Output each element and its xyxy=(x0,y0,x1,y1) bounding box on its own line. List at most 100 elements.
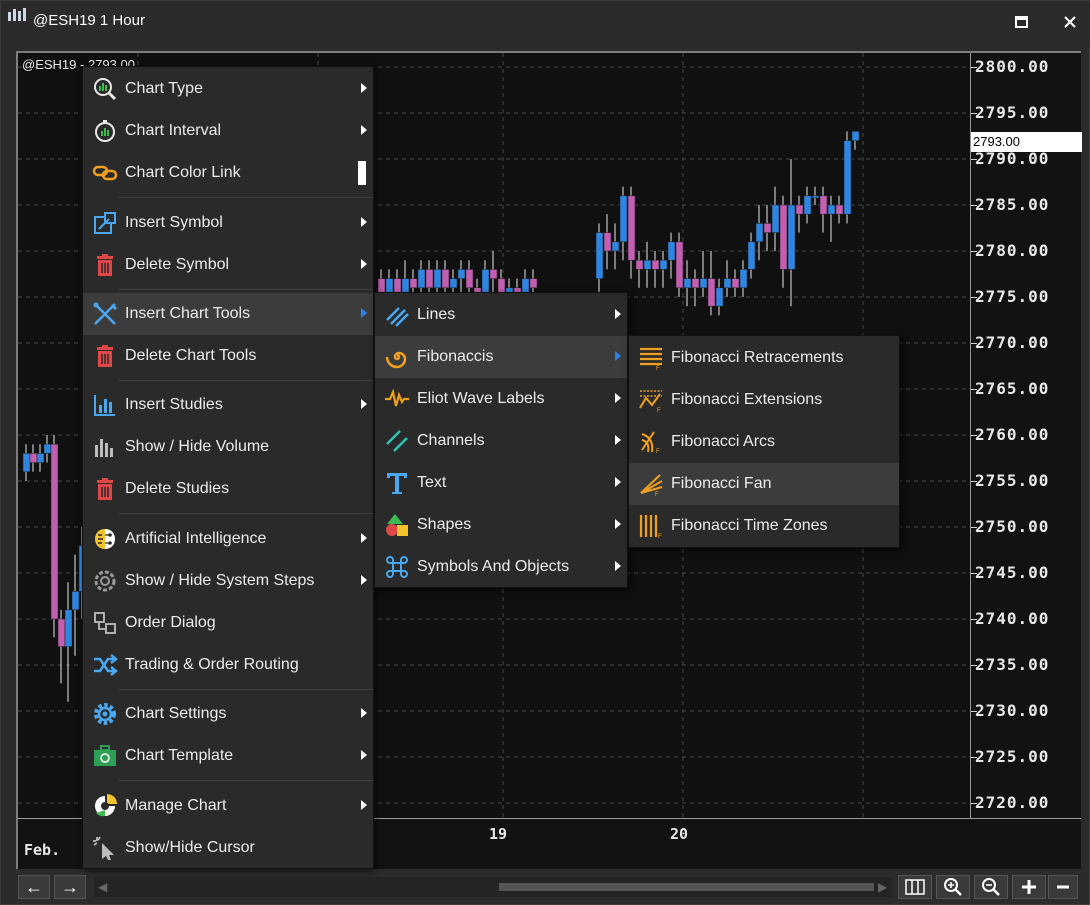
menu-item-chart-type[interactable]: Chart Type xyxy=(83,68,373,110)
candle-up xyxy=(64,609,73,647)
svg-text:F: F xyxy=(658,534,662,539)
candle-up xyxy=(755,223,764,243)
left-arrow-icon: ← xyxy=(25,876,43,897)
symbols-icon xyxy=(383,553,411,581)
menu-item-fibonacci-time-zones[interactable]: F Fibonacci Time Zones xyxy=(629,505,899,547)
menu-separator xyxy=(119,780,373,781)
fib-arcs-icon: F xyxy=(637,428,665,456)
menu-item-delete-symbol[interactable]: Delete Symbol xyxy=(83,244,373,286)
candle-up xyxy=(22,453,31,473)
price-axis[interactable]: 2800.00 2795.00 2790.00 2785.00 2780.00 2775.… xyxy=(970,53,1082,818)
menu-item-insert-chart-tools[interactable]: Insert Chart Tools xyxy=(83,293,373,335)
close-button[interactable] xyxy=(1056,9,1084,35)
submenu-arrow-icon xyxy=(615,309,621,319)
scroll-right-button[interactable]: → xyxy=(54,875,86,899)
candle-down xyxy=(795,204,804,215)
link-icon xyxy=(91,159,119,187)
menu-item-label: Chart Interval xyxy=(125,122,222,139)
maximize-button[interactable] xyxy=(1007,9,1035,35)
candle-up xyxy=(449,278,458,289)
columns-button[interactable] xyxy=(898,875,932,899)
stopwatch-icon xyxy=(91,117,119,145)
candle-down xyxy=(50,443,59,620)
candle-down xyxy=(707,278,716,307)
scroll-left-button[interactable]: ← xyxy=(18,875,50,899)
title-bar[interactable]: @ESH19 1 Hour xyxy=(1,1,1090,45)
candle-up xyxy=(803,195,812,215)
scrollbar-left-arrow-icon[interactable]: ◀ xyxy=(98,880,107,894)
studies-icon xyxy=(91,391,119,419)
candle-down xyxy=(409,278,418,289)
menu-item-chart-color-link[interactable]: Chart Color Link xyxy=(83,152,373,194)
price-tick-label: 2730.00 xyxy=(975,701,1050,720)
fibonacci-submenu: F Fibonacci Retracements F Fibonacci Ext… xyxy=(628,335,900,548)
menu-item-trading-order-routing[interactable]: Trading & Order Routing xyxy=(83,644,373,686)
color-link-toggle[interactable] xyxy=(358,161,366,185)
candle-down xyxy=(425,269,434,289)
menu-item-delete-studies[interactable]: Delete Studies xyxy=(83,468,373,510)
zoom-in-button[interactable] xyxy=(936,875,970,899)
add-icon xyxy=(1022,880,1036,894)
price-tick-label: 2785.00 xyxy=(975,195,1050,214)
menu-item-show-hide-cursor[interactable]: Show/Hide Cursor xyxy=(83,827,373,869)
menu-item-channels[interactable]: Channels xyxy=(375,420,627,462)
submenu-arrow-icon xyxy=(615,477,621,487)
menu-item-label: Delete Studies xyxy=(125,480,230,497)
menu-item-fibonacci-fan[interactable]: F Fibonacci Fan xyxy=(629,463,899,505)
menu-item-label: Fibonaccis xyxy=(417,348,494,365)
last-price-flag: 2793.00 xyxy=(971,132,1082,152)
remove-icon xyxy=(1057,885,1069,889)
candle-up xyxy=(643,259,652,270)
menu-item-text[interactable]: Text xyxy=(375,462,627,504)
price-tick-label: 2755.00 xyxy=(975,471,1050,490)
menu-item-delete-chart-tools[interactable]: Delete Chart Tools xyxy=(83,335,373,377)
candle-up xyxy=(683,278,692,289)
candle-up xyxy=(827,204,836,215)
bottom-toolbar: ← → ◀ ▶ xyxy=(16,873,1081,901)
menu-item-fibonacci-retracements[interactable]: F Fibonacci Retracements xyxy=(629,337,899,379)
add-button[interactable] xyxy=(1012,875,1046,899)
horizontal-scrollbar[interactable]: ◀ ▶ xyxy=(94,877,892,897)
app-logo-icon xyxy=(8,8,26,21)
menu-item-fibonaccis[interactable]: Fibonaccis xyxy=(375,336,627,378)
price-tick-label: 2770.00 xyxy=(975,333,1050,352)
wave-icon xyxy=(383,385,411,413)
candle-up xyxy=(771,204,780,233)
manage-chart-icon xyxy=(91,792,119,820)
candle-down xyxy=(29,453,38,463)
system-steps-icon xyxy=(91,567,119,595)
menu-item-lines[interactable]: Lines xyxy=(375,294,627,336)
menu-item-fibonacci-extensions[interactable]: F Fibonacci Extensions xyxy=(629,379,899,421)
menu-item-eliot-wave-labels[interactable]: Eliot Wave Labels xyxy=(375,378,627,420)
time-label-20: 20 xyxy=(670,825,689,843)
menu-item-fibonacci-arcs[interactable]: F Fibonacci Arcs xyxy=(629,421,899,463)
menu-item-label: Fibonacci Time Zones xyxy=(671,517,828,534)
menu-item-insert-symbol[interactable]: Insert Symbol xyxy=(83,202,373,244)
text-icon xyxy=(383,469,411,497)
price-tick-label: 2780.00 xyxy=(975,241,1050,260)
menu-item-insert-studies[interactable]: Insert Studies xyxy=(83,384,373,426)
zoom-out-button[interactable] xyxy=(974,875,1008,899)
menu-item-artificial-intelligence[interactable]: Artificial Intelligence xyxy=(83,518,373,560)
remove-button[interactable] xyxy=(1048,875,1078,899)
submenu-arrow-icon xyxy=(361,125,367,135)
menu-item-show-hide-volume[interactable]: Show / Hide Volume xyxy=(83,426,373,468)
menu-item-chart-interval[interactable]: Chart Interval xyxy=(83,110,373,152)
scrollbar-thumb[interactable] xyxy=(499,883,874,891)
menu-separator xyxy=(119,689,373,690)
menu-item-order-dialog[interactable]: Order Dialog xyxy=(83,602,373,644)
menu-item-chart-settings[interactable]: Chart Settings xyxy=(83,693,373,735)
scrollbar-right-arrow-icon[interactable]: ▶ xyxy=(878,880,887,894)
menu-item-chart-template[interactable]: Chart Template xyxy=(83,735,373,777)
menu-item-symbols-and-objects[interactable]: Symbols And Objects xyxy=(375,546,627,588)
menu-item-label: Artificial Intelligence xyxy=(125,530,267,547)
menu-item-manage-chart[interactable]: Manage Chart xyxy=(83,785,373,827)
price-tick-label: 2720.00 xyxy=(975,793,1050,812)
menu-item-shapes[interactable]: Shapes xyxy=(375,504,627,546)
channels-icon xyxy=(383,427,411,455)
svg-text:F: F xyxy=(656,366,660,370)
candle-up xyxy=(747,241,756,270)
candle-down xyxy=(691,278,700,289)
candle-up xyxy=(659,259,668,270)
menu-item-show-hide-system-steps[interactable]: Show / Hide System Steps xyxy=(83,560,373,602)
